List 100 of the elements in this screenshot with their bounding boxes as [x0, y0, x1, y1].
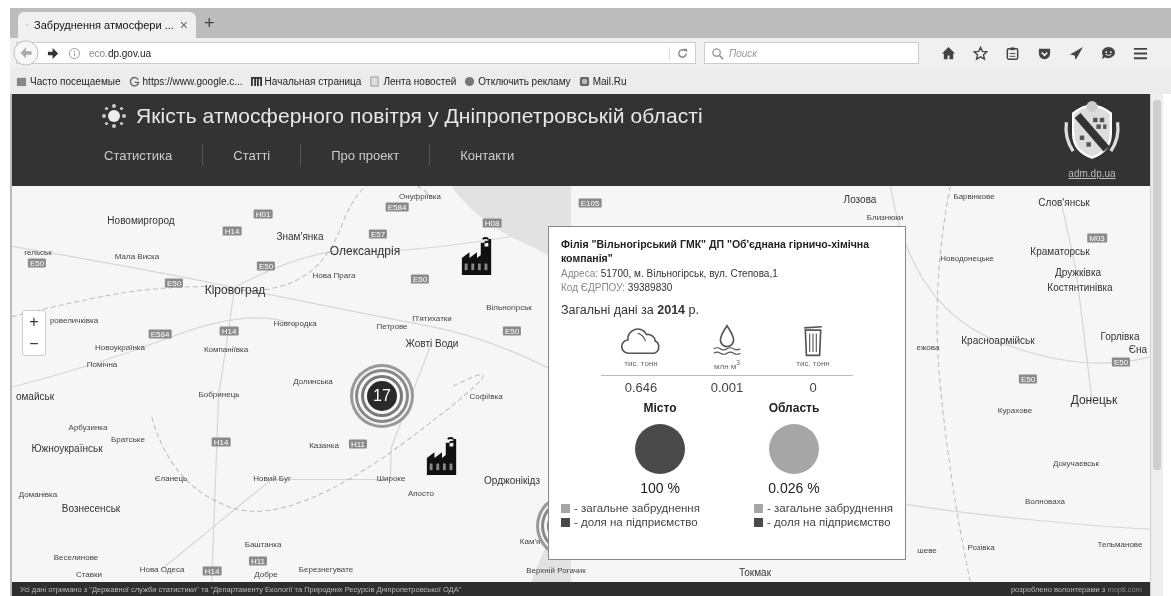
city-label: Баштанка [244, 539, 282, 549]
scrollbar[interactable] [1150, 94, 1163, 596]
city-label: Вільногірськ [486, 302, 532, 312]
star-icon[interactable] [973, 45, 988, 61]
city-label: Нова Прага [312, 270, 356, 280]
bookmark-item[interactable]: Начальная страница [250, 75, 362, 87]
city-label: ровеличківка [49, 315, 99, 325]
city-label: Горлівка [1100, 330, 1140, 342]
city-label: Мала Виска [114, 251, 160, 261]
city-label: Долинська [293, 376, 333, 386]
mail-icon [578, 75, 590, 87]
road-number: H11 [348, 439, 368, 449]
new-tab-button[interactable]: + [204, 12, 215, 34]
factory-icon[interactable] [460, 237, 494, 275]
bookmark-item[interactable]: Лента новостей [369, 75, 457, 87]
site-title: Якість атмосферного повітря у Дніпропетровській області [136, 104, 703, 128]
forward-arrow-icon[interactable] [47, 46, 60, 60]
road-number: H08 [482, 218, 502, 228]
city-label: Нова Одеса [139, 564, 185, 574]
clipboard-icon[interactable] [1005, 45, 1020, 61]
nav-link[interactable]: Про проект [301, 147, 430, 163]
city-label: Кам'я [519, 536, 541, 546]
city-label: Новомиргород [107, 214, 175, 226]
share-percent: 0.026 % [768, 480, 820, 496]
nav-link[interactable]: Статті [203, 147, 301, 163]
zoom-out-button[interactable]: − [23, 333, 45, 355]
city-label: Єланець [154, 473, 188, 483]
city-label: Добре [254, 569, 278, 579]
unit-label: тис. тонн [796, 359, 830, 369]
road-number: E50 [27, 258, 47, 268]
city-label: Новодонецьке [940, 253, 994, 263]
road-number: E50 [1111, 357, 1131, 367]
paper-plane-icon[interactable] [1069, 45, 1084, 61]
search-icon [711, 46, 724, 60]
road-number: H14 [222, 226, 242, 236]
zoom-in-button[interactable]: + [23, 311, 45, 333]
legend-label: - загальне забруднення [574, 502, 700, 514]
road-number: E50 [164, 278, 184, 288]
unit-label: тис. тонн [624, 359, 658, 369]
code-label: Код ЄДРПОУ: [561, 282, 626, 294]
bookmark-item[interactable]: https://www.google.c... [128, 75, 243, 87]
city-label: Помічна [86, 359, 118, 369]
bookmark-item[interactable]: Отключить рекламу [464, 75, 571, 87]
city-label: Братське [111, 434, 145, 444]
city-label: Красноармійськ [961, 334, 1035, 346]
bookmark-item[interactable]: Mail.Ru [578, 75, 627, 87]
city-label: шеве [917, 545, 937, 555]
road-number: E584 [148, 329, 172, 339]
road-number: E584 [385, 202, 409, 212]
city-label: Доманівка [18, 489, 58, 499]
road-number: E57 [368, 229, 388, 239]
city-label: Тельманове [1097, 539, 1143, 549]
code-text: 39389830 [627, 282, 673, 294]
stat-value: 0.001 [709, 380, 745, 395]
site-link[interactable]: adm.dp.ua [1068, 168, 1116, 179]
city-label: Веселинове [53, 552, 99, 562]
url-text: eco.dp.gov.ua [89, 47, 153, 59]
city-label: Арбузинка [68, 422, 108, 432]
summary-text: Загальні дані за 2014 р. [561, 303, 700, 318]
nav-link[interactable]: Контакти [430, 147, 545, 163]
road-number: M03 [1087, 233, 1107, 243]
share-percent: 100 % [640, 480, 680, 496]
info-icon[interactable] [68, 46, 81, 60]
city-label: Верхній Рогачик [526, 565, 586, 575]
address-bar[interactable]: eco.dp.gov.ua [16, 42, 696, 64]
unit-label: млн м$^{3}$ [714, 359, 740, 371]
road-number: H14 [219, 326, 239, 336]
city-label: Докучаєвськ [1052, 458, 1100, 468]
chat-icon[interactable] [1101, 45, 1116, 61]
coat-of-arms-drawing [1062, 100, 1122, 160]
city-label: Дружківка [1054, 266, 1102, 278]
home-icon[interactable] [941, 45, 956, 61]
browser-tab[interactable]: Забруднення атмосфери ... × [18, 12, 196, 38]
legend-label: - доля на підприємство [767, 516, 891, 528]
city-label: Орджонікідз [484, 474, 540, 486]
bookmark-item[interactable]: Часто посещаемые [16, 75, 121, 87]
nav-link[interactable]: Статистика [102, 147, 203, 163]
m-letter-icon [250, 75, 262, 87]
search-placeholder: Поиск [729, 47, 758, 59]
close-tab-button[interactable]: × [179, 17, 188, 33]
menu-icon[interactable] [1133, 45, 1148, 61]
road-number: E105 [578, 198, 602, 208]
city-label: гельськ [24, 247, 52, 257]
stat-value: 0 [808, 380, 818, 395]
reload-icon[interactable] [669, 46, 689, 60]
city-label: П'ятихатки [412, 313, 452, 323]
road-number: E50 [410, 274, 430, 284]
city-label: Новгородка [273, 318, 317, 328]
city-label: Донецьк [1070, 393, 1118, 407]
city-label: Жовті Води [405, 337, 459, 349]
city-label: Костянтинівка [1047, 281, 1113, 293]
city-label: Єна [1128, 343, 1148, 355]
company-name: Філія "Вільногірський ГМК" ДП "Об'єднана гірничо-хімічна компанія" [561, 237, 870, 266]
share-title: Область [768, 401, 820, 415]
city-label: Казанка [309, 440, 339, 450]
share-title: Місто [643, 401, 677, 415]
factory-icon[interactable] [425, 437, 459, 475]
city-label: Курахове [997, 405, 1033, 415]
city-label: Петрове [376, 321, 408, 331]
g-letter-icon [128, 75, 140, 87]
